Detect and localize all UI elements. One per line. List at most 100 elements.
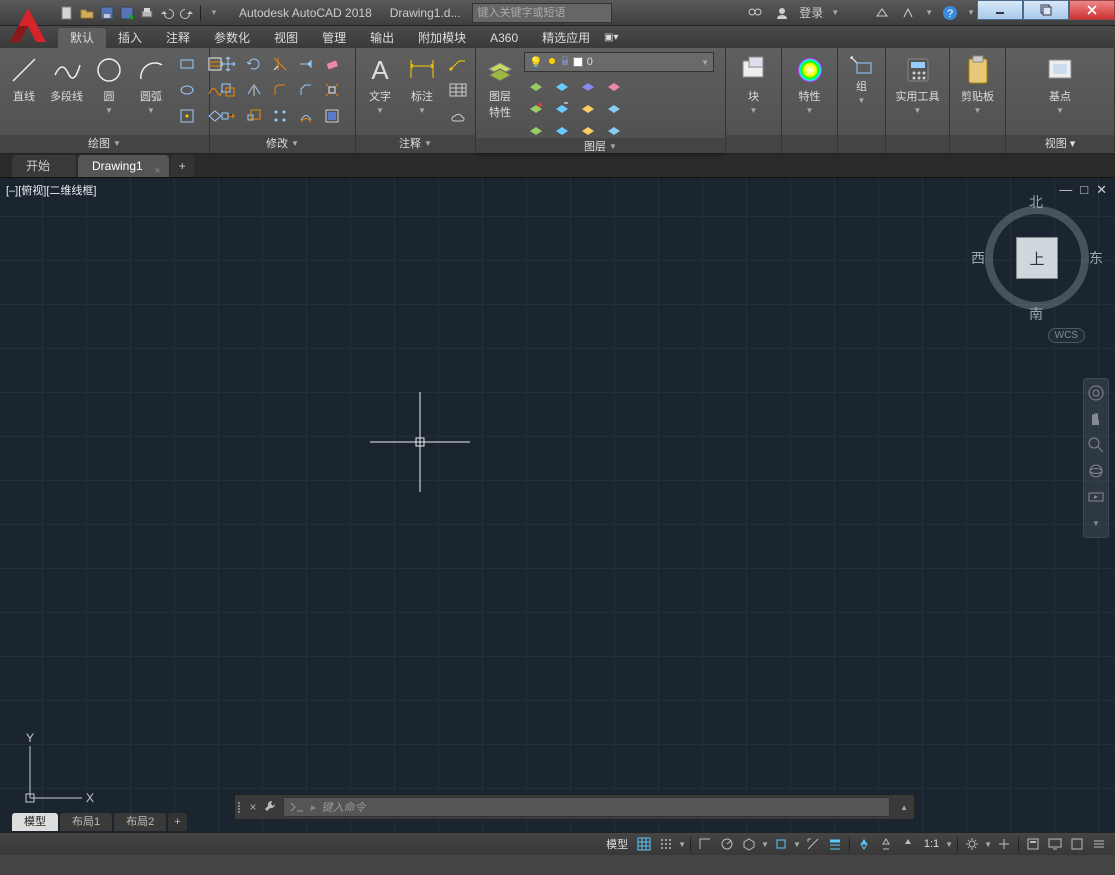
close-button[interactable] bbox=[1069, 0, 1115, 20]
viewport-maximize-icon[interactable]: □ bbox=[1080, 182, 1088, 198]
signin-label[interactable]: 登录 bbox=[799, 4, 823, 21]
line-button[interactable]: 直线 bbox=[6, 52, 42, 106]
trim-icon[interactable] bbox=[268, 52, 292, 76]
wcs-badge[interactable]: WCS bbox=[1048, 328, 1085, 343]
viewcube-south[interactable]: 南 bbox=[1029, 304, 1043, 324]
orbit-icon[interactable] bbox=[1086, 461, 1106, 481]
layeriso-icon[interactable] bbox=[550, 74, 574, 98]
snap-toggle-icon[interactable] bbox=[656, 835, 676, 853]
viewport-minimize-icon[interactable]: — bbox=[1059, 182, 1072, 198]
cmd-close-icon[interactable]: × bbox=[245, 800, 261, 814]
layerthaw-icon[interactable] bbox=[602, 96, 626, 120]
layer-dropdown[interactable]: 💡 0 ▼ bbox=[524, 52, 714, 72]
minimize-button[interactable] bbox=[977, 0, 1023, 20]
view-cube[interactable]: 上 北 南 东 西 bbox=[977, 198, 1097, 318]
maximize-button[interactable] bbox=[1023, 0, 1069, 20]
exchange-icon[interactable] bbox=[873, 4, 891, 22]
panel-draw-title[interactable]: 绘图▼ bbox=[0, 135, 209, 153]
search-input[interactable]: 键入关键字或短语 bbox=[472, 3, 612, 23]
cloud-icon[interactable] bbox=[446, 104, 470, 128]
tab-a360[interactable]: A360 bbox=[478, 28, 530, 48]
app-menu-icon[interactable] bbox=[4, 2, 52, 50]
cmd-history-icon[interactable]: ▲ bbox=[894, 803, 914, 812]
layout-model[interactable]: 模型 bbox=[12, 813, 58, 831]
new-tab-button[interactable]: + bbox=[171, 155, 194, 177]
copy-icon[interactable] bbox=[216, 78, 240, 102]
gear-icon[interactable] bbox=[962, 835, 982, 853]
viewport-close-icon[interactable]: ✕ bbox=[1096, 182, 1107, 198]
osnap-icon[interactable] bbox=[771, 835, 791, 853]
command-input[interactable]: ▸ 键入命令 bbox=[283, 797, 890, 817]
mirror-icon[interactable] bbox=[242, 78, 266, 102]
array-icon[interactable] bbox=[268, 104, 292, 128]
tab-parametric[interactable]: 参数化 bbox=[202, 28, 262, 48]
utilities-button[interactable]: 实用工具▼ bbox=[894, 52, 942, 117]
chamfer-icon[interactable] bbox=[294, 78, 318, 102]
annoviz-icon[interactable] bbox=[876, 835, 896, 853]
tab-annotate[interactable]: 注释 bbox=[154, 28, 202, 48]
lineweight-icon[interactable] bbox=[825, 835, 845, 853]
tab-start[interactable]: 开始 bbox=[12, 155, 76, 177]
quickprops-icon[interactable] bbox=[1023, 835, 1043, 853]
monitor-icon[interactable] bbox=[1045, 835, 1065, 853]
explode-icon[interactable] bbox=[320, 78, 344, 102]
signin-icon[interactable] bbox=[773, 4, 791, 22]
plot-icon[interactable] bbox=[138, 4, 156, 22]
drawing-area[interactable]: [–][俯视][二维线框] — □ ✕ .cursor{left:370px;t… bbox=[0, 178, 1115, 832]
arc-button[interactable]: 圆弧▼ bbox=[133, 52, 169, 117]
layeroff-icon[interactable] bbox=[524, 74, 548, 98]
fillet-icon[interactable] bbox=[268, 78, 292, 102]
dimension-button[interactable]: 标注▼ bbox=[404, 52, 440, 117]
rectangle-icon[interactable] bbox=[175, 52, 199, 76]
tab-addins[interactable]: 附加模块 bbox=[406, 28, 478, 48]
polyline-button[interactable]: 多段线 bbox=[48, 52, 85, 106]
isodraft-icon[interactable] bbox=[739, 835, 759, 853]
layeron-icon[interactable] bbox=[576, 96, 600, 120]
layerlock-icon[interactable] bbox=[602, 74, 626, 98]
viewport-label[interactable]: [–][俯视][二维线框] bbox=[6, 182, 96, 198]
ellipse-icon[interactable] bbox=[175, 78, 199, 102]
extend-icon[interactable] bbox=[294, 52, 318, 76]
workspace-icon[interactable] bbox=[994, 835, 1014, 853]
layout-add-button[interactable]: + bbox=[168, 813, 186, 831]
group-button[interactable]: 组▼ bbox=[844, 52, 880, 107]
cleanscreen-icon[interactable] bbox=[1067, 835, 1087, 853]
layout-2[interactable]: 布局2 bbox=[114, 813, 166, 831]
viewcube-east[interactable]: 东 bbox=[1089, 248, 1103, 268]
showmotion-icon[interactable] bbox=[1086, 487, 1106, 507]
layerprev-icon[interactable] bbox=[550, 96, 574, 120]
tab-default[interactable]: 默认 bbox=[58, 28, 106, 48]
rotate-icon[interactable] bbox=[242, 52, 266, 76]
leader-icon[interactable] bbox=[446, 52, 470, 76]
ribbon-overflow-icon[interactable]: ▣▾ bbox=[602, 28, 620, 48]
polar-icon[interactable] bbox=[717, 835, 737, 853]
scale-icon[interactable] bbox=[242, 104, 266, 128]
infocenter-icon[interactable] bbox=[747, 4, 765, 22]
layout-1[interactable]: 布局1 bbox=[60, 813, 112, 831]
viewcube-west[interactable]: 西 bbox=[971, 248, 985, 268]
panel-layer-title[interactable]: 图层▼ bbox=[476, 138, 725, 156]
panel-view-title[interactable]: 视图 ▾ bbox=[1006, 135, 1114, 153]
saveas-icon[interactable] bbox=[118, 4, 136, 22]
otrack-icon[interactable] bbox=[803, 835, 823, 853]
grid-toggle-icon[interactable] bbox=[634, 835, 654, 853]
circle-button[interactable]: 圆▼ bbox=[91, 52, 127, 117]
stretch-icon[interactable] bbox=[216, 104, 240, 128]
annoauto-icon[interactable] bbox=[898, 835, 918, 853]
tab-featured[interactable]: 精选应用 bbox=[530, 28, 602, 48]
status-scale[interactable]: 1:1 bbox=[920, 838, 943, 850]
ortho-icon[interactable] bbox=[695, 835, 715, 853]
panel-annotate-title[interactable]: 注释▼ bbox=[356, 135, 475, 153]
redo-icon[interactable] bbox=[178, 4, 196, 22]
annoscale-icon[interactable] bbox=[854, 835, 874, 853]
point-icon[interactable] bbox=[175, 104, 199, 128]
tab-output[interactable]: 输出 bbox=[358, 28, 406, 48]
clipboard-button[interactable]: 剪贴板▼ bbox=[959, 52, 996, 117]
qat-customize-icon[interactable]: ▼ bbox=[205, 4, 223, 22]
cmd-grip-icon[interactable] bbox=[235, 802, 245, 813]
layerfreeze-icon[interactable] bbox=[576, 74, 600, 98]
zoom-icon[interactable] bbox=[1086, 435, 1106, 455]
tab-drawing1[interactable]: Drawing1× bbox=[78, 155, 169, 177]
move-icon[interactable] bbox=[216, 52, 240, 76]
help-icon[interactable]: ? bbox=[941, 4, 959, 22]
